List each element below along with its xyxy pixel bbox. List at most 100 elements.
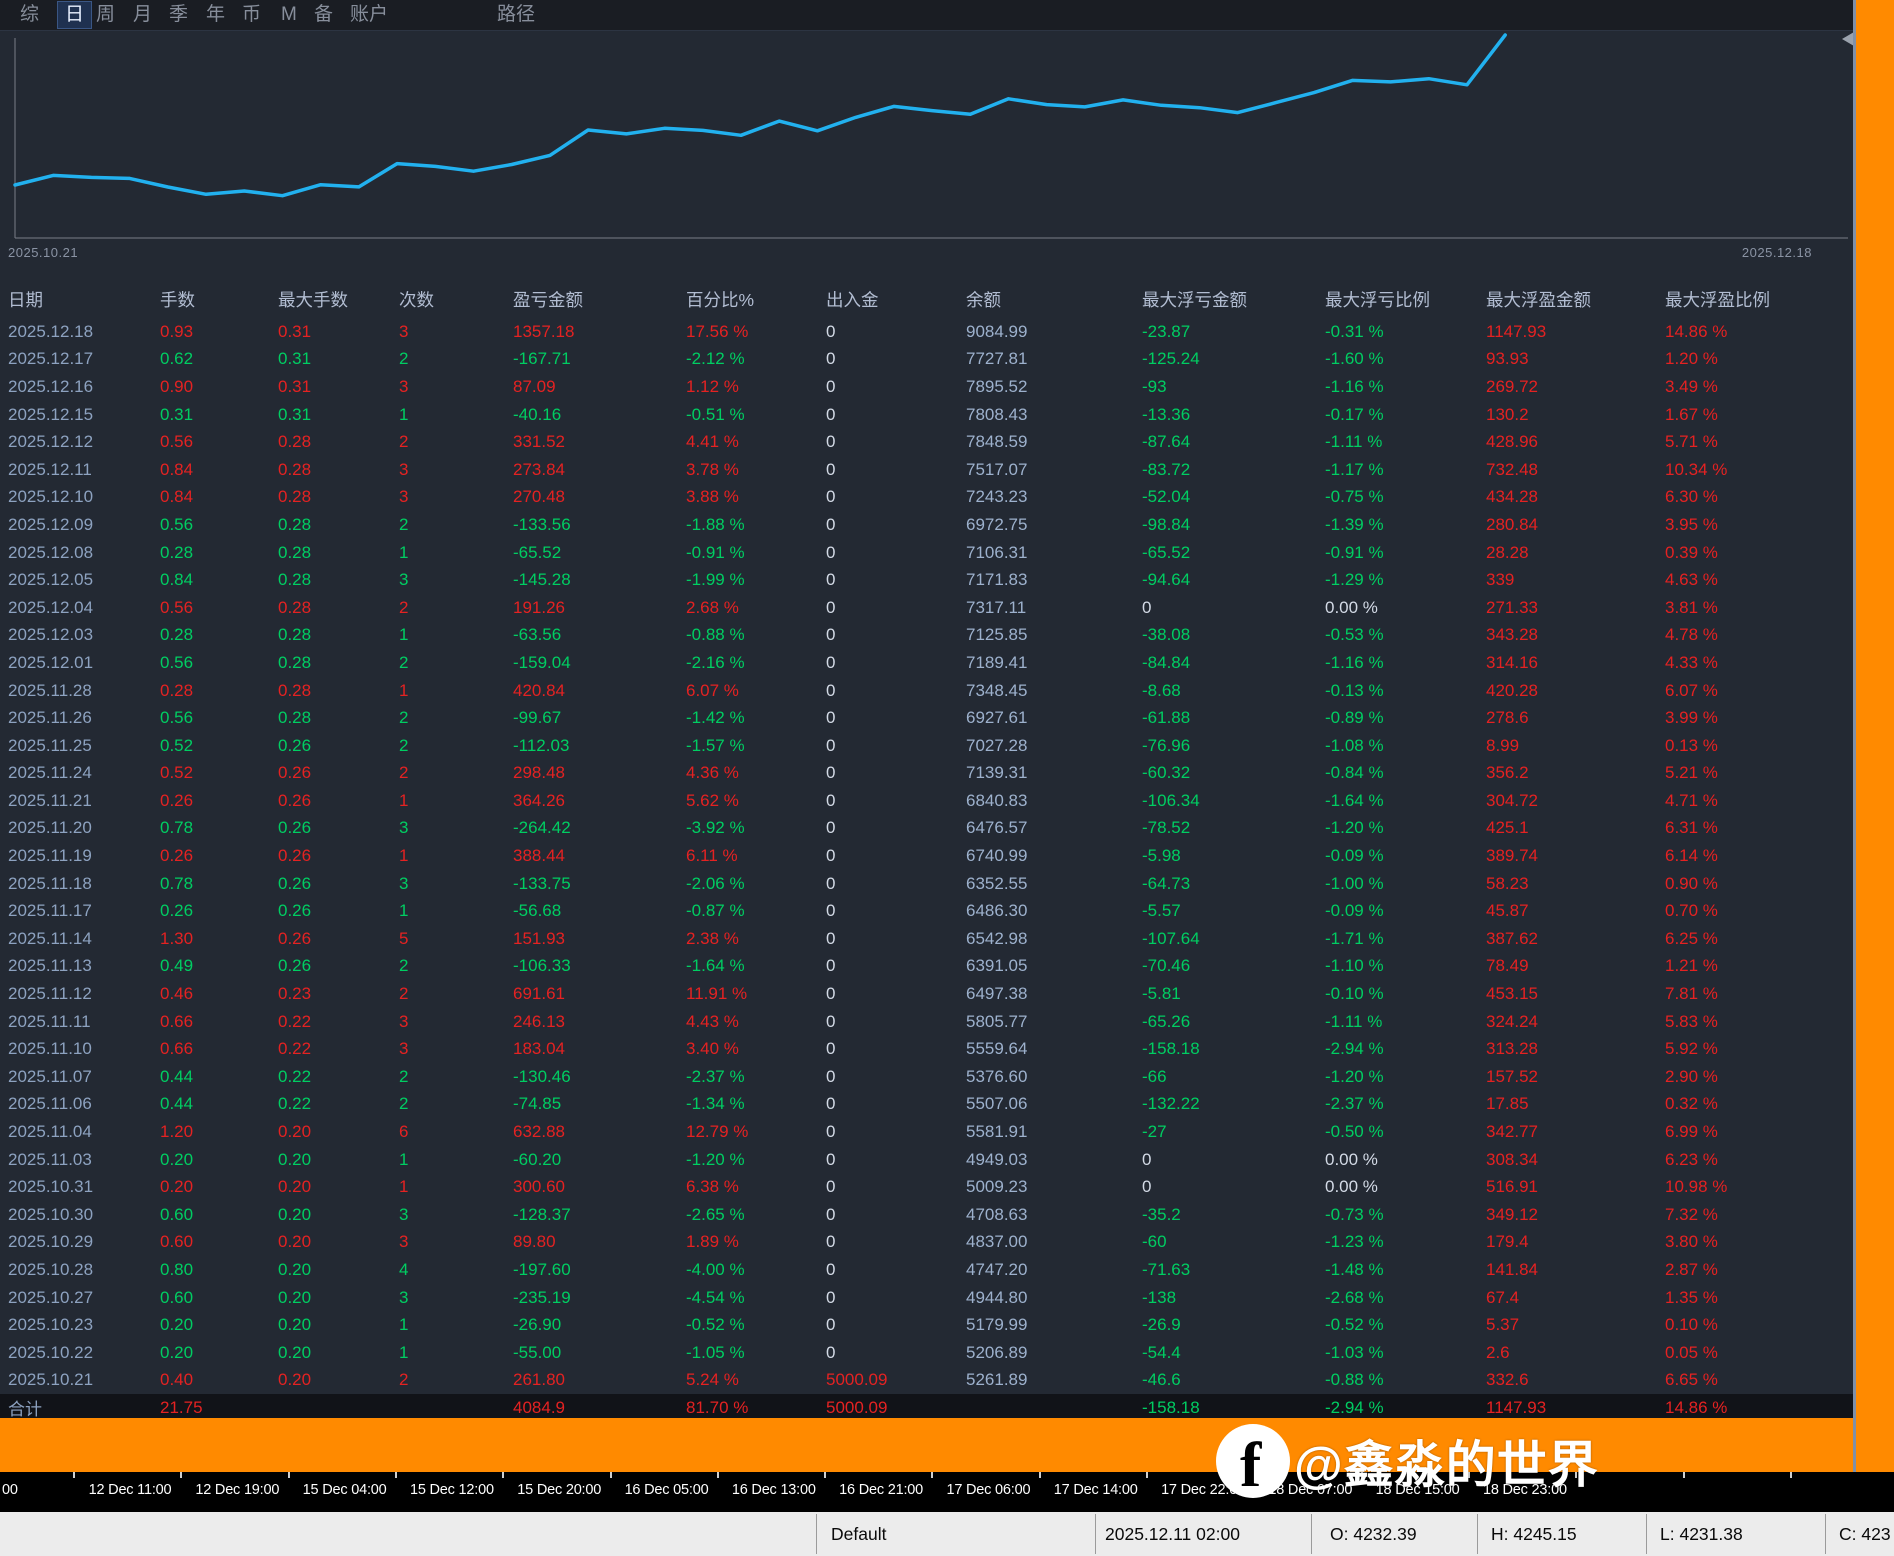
menu-item-账户[interactable]: 账户: [350, 0, 388, 30]
cell: -52.04: [1142, 487, 1191, 507]
table-row[interactable]: 2025.12.12 0.56 0.28 2 331.52 4.41 % 0 7848.59 -…: [0, 428, 1854, 456]
cell: 0.20: [160, 1315, 194, 1335]
cell: 349.12: [1486, 1204, 1538, 1224]
cell: 0.52: [160, 735, 194, 755]
vertical-scrollbar[interactable]: [1856, 0, 1894, 1472]
column-header-9[interactable]: 最大浮亏金额: [1142, 287, 1325, 312]
table-row[interactable]: 2025.12.11 0.84 0.28 3 273.84 3.78 % 0 7517.07 -…: [0, 456, 1854, 484]
cell: 2025.11.07: [8, 1066, 92, 1086]
table-row[interactable]: 2025.10.23 0.20 0.20 1 -26.90 -0.52 % 0 5179.99…: [0, 1311, 1854, 1339]
table-row[interactable]: 2025.11.11 0.66 0.22 3 246.13 4.43 % 0 5805.77 -…: [0, 1008, 1854, 1036]
cell: -23.87: [1142, 321, 1191, 341]
cell: -0.75 %: [1325, 487, 1384, 507]
menu-item-年[interactable]: 年: [206, 0, 225, 30]
table-row[interactable]: 2025.11.03 0.20 0.20 1 -60.20 -1.20 % 0 4949.03…: [0, 1146, 1854, 1174]
menu-item-路径[interactable]: 路径: [497, 0, 535, 30]
table-row[interactable]: 2025.10.27 0.60 0.20 3 -235.19 -4.54 % 0 4944.8…: [0, 1284, 1854, 1312]
menu-item-季[interactable]: 季: [169, 0, 188, 30]
cell: 0.28: [278, 487, 312, 507]
column-header-2[interactable]: 手数: [160, 287, 278, 312]
table-row[interactable]: 2025.10.31 0.20 0.20 1 300.60 6.38 % 0 5009.23 0…: [0, 1173, 1854, 1201]
menu-item-备[interactable]: 备: [314, 0, 333, 30]
horizontal-scrollbar[interactable]: [0, 1418, 1894, 1472]
table-row[interactable]: 2025.12.18 0.93 0.31 3 1357.18 17.56 % 0 9084.9…: [0, 318, 1854, 346]
cell: 3: [399, 321, 409, 341]
cell: 0: [826, 708, 836, 728]
column-header-12[interactable]: 最大浮盈比例: [1665, 287, 1846, 312]
menu-item-币[interactable]: 币: [242, 0, 261, 30]
menu-item-周[interactable]: 周: [96, 0, 115, 30]
column-header-4[interactable]: 次数: [399, 287, 513, 312]
time-axis-tick: [609, 1472, 612, 1478]
table-row[interactable]: 2025.12.15 0.31 0.31 1 -40.16 -0.51 % 0 7808.43…: [0, 401, 1854, 429]
profile-selector[interactable]: Default: [831, 1512, 886, 1556]
cell: -26.90: [513, 1315, 562, 1335]
menu-item-M[interactable]: M: [281, 0, 297, 30]
menu-item-综[interactable]: 综: [20, 0, 39, 30]
cell: 2025.12.16: [8, 376, 94, 396]
table-row[interactable]: 2025.10.30 0.60 0.20 3 -128.37 -2.65 % 0 4708.6…: [0, 1201, 1854, 1229]
table-row[interactable]: 2025.12.09 0.56 0.28 2 -133.56 -1.88 % 0 6972.7…: [0, 511, 1854, 539]
table-row[interactable]: 2025.11.12 0.46 0.23 2 691.61 11.91 % 0 6497.38…: [0, 980, 1854, 1008]
column-header-10[interactable]: 最大浮亏比例: [1325, 287, 1486, 312]
cell: 0: [826, 349, 836, 369]
menu-item-月[interactable]: 月: [133, 0, 152, 30]
table-row[interactable]: 2025.11.07 0.44 0.22 2 -130.46 -2.37 % 0 5376.6…: [0, 1063, 1854, 1091]
column-header-6[interactable]: 百分比%: [686, 287, 826, 312]
table-row[interactable]: 2025.12.16 0.90 0.31 3 87.09 1.12 % 0 7895.52 -9…: [0, 373, 1854, 401]
table-row[interactable]: 2025.11.14 1.30 0.26 5 151.93 2.38 % 0 6542.98 -…: [0, 925, 1854, 953]
table-row[interactable]: 2025.11.20 0.78 0.26 3 -264.42 -3.92 % 0 6476.5…: [0, 815, 1854, 843]
table-row[interactable]: 2025.10.22 0.20 0.20 1 -55.00 -1.05 % 0 5206.89…: [0, 1339, 1854, 1367]
table-row[interactable]: 2025.12.01 0.56 0.28 2 -159.04 -2.16 % 0 7189.4…: [0, 649, 1854, 677]
table-row[interactable]: 2025.11.18 0.78 0.26 3 -133.75 -2.06 % 0 6352.5…: [0, 870, 1854, 898]
cell: 11.91 %: [686, 984, 748, 1004]
table-row[interactable]: 2025.11.19 0.26 0.26 1 388.44 6.11 % 0 6740.99 -…: [0, 842, 1854, 870]
cell: 1: [399, 1177, 409, 1197]
column-header-7[interactable]: 出入金: [826, 287, 966, 312]
table-row[interactable]: 2025.12.08 0.28 0.28 1 -65.52 -0.91 % 0 7106.31…: [0, 539, 1854, 567]
table-row[interactable]: 2025.11.04 1.20 0.20 6 632.88 12.79 % 0 5581.91…: [0, 1118, 1854, 1146]
cell: 0: [826, 1122, 836, 1142]
column-header-11[interactable]: 最大浮盈金额: [1486, 287, 1665, 312]
cell: 7848.59: [966, 432, 1028, 452]
table-row[interactable]: 2025.12.17 0.62 0.31 2 -167.71 -2.12 % 0 7727.8…: [0, 346, 1854, 374]
table-row[interactable]: 2025.10.21 0.40 0.20 2 261.80 5.24 % 5000.09 52…: [0, 1367, 1854, 1395]
table-row[interactable]: 2025.12.03 0.28 0.28 1 -63.56 -0.88 % 0 7125.85…: [0, 622, 1854, 650]
cell: 0.20: [278, 1177, 312, 1197]
table-row[interactable]: 2025.11.06 0.44 0.22 2 -74.85 -1.34 % 0 5507.06…: [0, 1091, 1854, 1119]
cell: -46.6: [1142, 1370, 1181, 1390]
table-row[interactable]: 2025.11.13 0.49 0.26 2 -106.33 -1.64 % 0 6391.0…: [0, 953, 1854, 981]
column-header-5[interactable]: 盈亏金额: [513, 287, 686, 312]
menu-item-日[interactable]: 日: [56, 1, 93, 29]
column-header-8[interactable]: 余额: [966, 287, 1142, 312]
table-row[interactable]: 2025.11.26 0.56 0.28 2 -99.67 -1.42 % 0 6927.61…: [0, 704, 1854, 732]
cell: 428.96: [1486, 432, 1538, 452]
cell: 0.49: [160, 956, 194, 976]
cell: 2: [399, 708, 409, 728]
table-row[interactable]: 2025.11.28 0.28 0.28 1 420.84 6.07 % 0 7348.45 -…: [0, 677, 1854, 705]
table-row[interactable]: 2025.11.25 0.52 0.26 2 -112.03 -1.57 % 0 7027.2…: [0, 732, 1854, 760]
table-row[interactable]: 2025.11.21 0.26 0.26 1 364.26 5.62 % 0 6840.83 -…: [0, 787, 1854, 815]
cell: -0.10 %: [1325, 984, 1384, 1004]
column-header-3[interactable]: 最大手数: [278, 287, 399, 312]
table-row[interactable]: 2025.12.05 0.84 0.28 3 -145.28 -1.99 % 0 7171.8…: [0, 566, 1854, 594]
open-value: O: 4232.39: [1330, 1524, 1417, 1544]
cell: 2025.10.31: [8, 1177, 94, 1197]
column-header-1[interactable]: 日期: [0, 287, 160, 312]
cell: 0.20: [278, 1342, 312, 1362]
table-row[interactable]: 2025.11.17 0.26 0.26 1 -56.68 -0.87 % 0 6486.30…: [0, 897, 1854, 925]
table-row[interactable]: 2025.11.24 0.52 0.26 2 298.48 4.36 % 0 7139.31 -…: [0, 760, 1854, 788]
cell: 0.26: [160, 846, 194, 866]
cell: 1357.18: [513, 321, 575, 341]
cell: 7.81 %: [1665, 984, 1718, 1004]
table-row[interactable]: 2025.11.10 0.66 0.22 3 183.04 3.40 % 0 5559.64 -…: [0, 1035, 1854, 1063]
cell: 0.31: [278, 321, 312, 341]
table-row[interactable]: 2025.12.04 0.56 0.28 2 191.26 2.68 % 0 7317.11 0…: [0, 594, 1854, 622]
table-row[interactable]: 2025.12.10 0.84 0.28 3 270.48 3.88 % 0 7243.23 -…: [0, 484, 1854, 512]
cell: 0.32 %: [1665, 1094, 1718, 1114]
cell: 2.90 %: [1665, 1066, 1718, 1086]
table-row[interactable]: 2025.10.29 0.60 0.20 3 89.80 1.89 % 0 4837.00 -6…: [0, 1229, 1854, 1257]
table-row[interactable]: 2025.10.28 0.80 0.20 4 -197.60 -4.00 % 0 4747.2…: [0, 1256, 1854, 1284]
cell: 0: [826, 1066, 836, 1086]
time-axis-tick: [180, 1472, 183, 1478]
